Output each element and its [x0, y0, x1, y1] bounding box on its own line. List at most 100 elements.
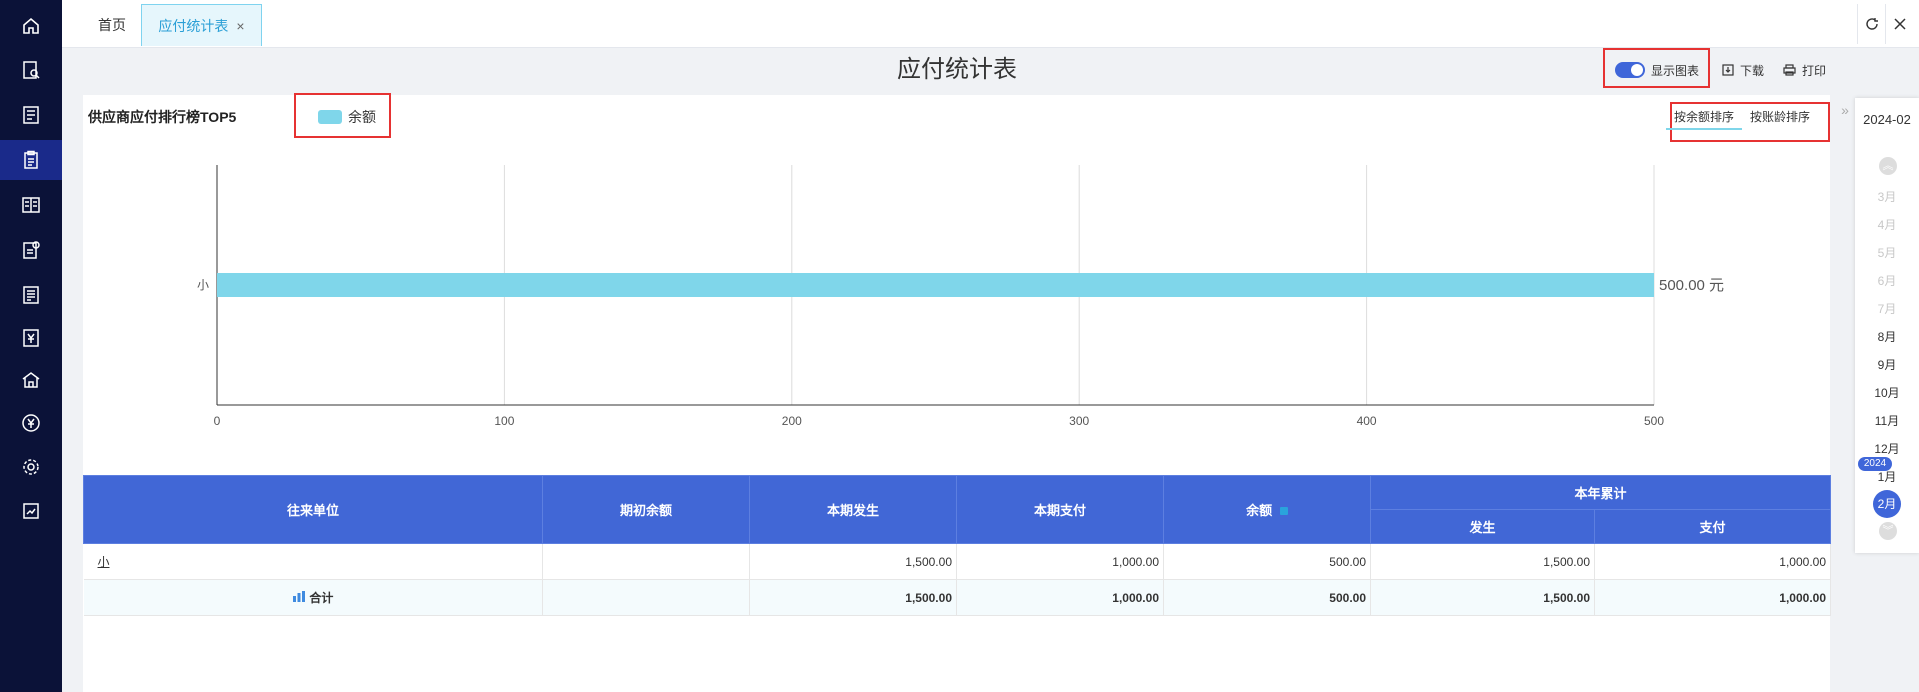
header-opening: 期初余额 [542, 475, 750, 544]
scroll-up-icon[interactable]: ︽ [1879, 157, 1897, 175]
tab-close-icon[interactable]: × [236, 18, 244, 34]
nav-payment[interactable] [0, 403, 62, 443]
month-option[interactable]: 6月 [1855, 272, 1919, 289]
clipboard-icon [24, 150, 38, 169]
list-document-icon [23, 106, 39, 124]
total-ytd-occur: 1,500.00 [1370, 579, 1595, 616]
nav-ledger[interactable] [0, 185, 62, 225]
bar-chart: 0 100 200 300 400 500 小 500.00 元 [197, 165, 1724, 428]
document-settings-icon [23, 241, 40, 259]
current-period: 2024-02 [1863, 112, 1911, 127]
yen-document-icon [23, 329, 39, 347]
tab-payables-report[interactable]: 应付统计表 × [141, 4, 262, 46]
tab-home[interactable]: 首页 [82, 4, 142, 46]
x-tick-label: 200 [782, 414, 802, 428]
month-picker: 2024-02 ︽ 3月 4月 5月 6月 7月 8月 9月 10月 11月 12月 1月 2024… [1855, 98, 1919, 553]
show-chart-toggle[interactable] [1615, 62, 1645, 78]
x-tick-label: 0 [214, 414, 221, 428]
nav-report-active[interactable] [0, 140, 62, 180]
refresh-icon [1865, 18, 1878, 30]
download-button[interactable]: 下载 [1722, 50, 1764, 90]
sort-icon[interactable] [1279, 507, 1288, 515]
page-title: 应付统计表 [897, 56, 1017, 83]
datepicker-collapse-icon[interactable]: » [1836, 98, 1854, 122]
month-option[interactable]: 9月 [1855, 356, 1919, 373]
search-document-icon [23, 61, 40, 79]
total-opening [542, 579, 750, 616]
month-option[interactable]: 11月 [1855, 412, 1919, 429]
header-balance-label: 余额 [1246, 503, 1273, 518]
yen-circle-icon [22, 414, 40, 432]
cell-current-pay: 1,000.00 [956, 543, 1164, 580]
show-chart-label: 显示图表 [1651, 63, 1700, 78]
header-unit: 往来单位 [83, 475, 543, 544]
header-current-pay: 本期支付 [956, 475, 1164, 544]
payables-table: 往来单位 期初余额 本期发生 本期支付 余额 本年累计 发生 支付 小 1,50… [83, 475, 1832, 616]
home-icon [23, 17, 39, 34]
scroll-down-icon[interactable]: ︾ [1879, 522, 1897, 540]
tab-active-label: 应付统计表 [158, 17, 229, 34]
bar-chart-icon [293, 591, 306, 602]
month-option[interactable]: 5月 [1855, 244, 1919, 261]
month-option[interactable]: 12月 [1855, 440, 1919, 457]
building-icon [22, 372, 40, 388]
cell-opening [542, 543, 750, 580]
print-label: 打印 [1802, 63, 1827, 78]
cell-ytd-occur: 1,500.00 [1370, 543, 1595, 580]
cell-ytd-pay: 1,000.00 [1594, 543, 1832, 580]
header-ytd-pay: 支付 [1593, 509, 1832, 544]
left-navigation [0, 0, 62, 692]
nav-query[interactable] [0, 50, 62, 90]
show-chart-control[interactable]: 显示图表 [1615, 50, 1699, 90]
total-row: 合计 1,500.00 1,000.00 500.00 1,500.00 1,0… [83, 579, 1832, 616]
ledger-icon [22, 197, 40, 213]
header-current-occur: 本期发生 [749, 475, 957, 544]
nav-analytics[interactable] [0, 491, 62, 531]
month-option[interactable]: 10月 [1855, 384, 1919, 401]
nav-list[interactable] [0, 95, 62, 135]
refresh-button[interactable] [1857, 4, 1885, 44]
download-label: 下载 [1740, 63, 1765, 78]
tab-bar: 首页 应付统计表 × [62, 0, 1919, 48]
total-label: 合计 [309, 591, 334, 605]
print-button[interactable]: 打印 [1783, 50, 1826, 90]
month-option[interactable]: 8月 [1855, 328, 1919, 345]
printer-icon [1783, 64, 1796, 76]
chart-document-icon [23, 503, 39, 519]
month-option[interactable]: 4月 [1855, 216, 1919, 233]
nav-doc-settings[interactable] [0, 230, 62, 270]
total-balance: 500.00 [1163, 579, 1371, 616]
selected-month[interactable]: 2月 [1873, 490, 1901, 518]
nav-home[interactable] [0, 6, 62, 46]
x-tick-label: 300 [1069, 414, 1089, 428]
bar [217, 273, 1654, 297]
total-current-pay: 1,000.00 [956, 579, 1164, 616]
report-icon [23, 286, 39, 304]
nav-reports[interactable] [0, 275, 62, 315]
x-tick-label: 500 [1644, 414, 1664, 428]
cell-balance: 500.00 [1163, 543, 1371, 580]
tab-home-label: 首页 [98, 17, 126, 33]
header-balance[interactable]: 余额 [1163, 475, 1371, 544]
download-icon [1722, 64, 1734, 76]
nav-settings[interactable] [0, 447, 62, 487]
header-ytd-occur: 发生 [1370, 509, 1595, 544]
table-row[interactable]: 小 1,500.00 1,000.00 500.00 1,500.00 1,00… [83, 543, 1832, 580]
y-category-label: 小 [197, 278, 209, 292]
nav-finance[interactable] [0, 318, 62, 358]
row-unit-link[interactable]: 小 [98, 555, 110, 569]
year-badge: 2024 [1858, 457, 1892, 471]
total-ytd-pay: 1,000.00 [1594, 579, 1832, 616]
total-current-occur: 1,500.00 [749, 579, 957, 616]
close-icon [1893, 18, 1906, 30]
nav-building[interactable] [0, 360, 62, 400]
bar-value-label: 500.00 元 [1659, 277, 1724, 294]
close-window-button[interactable] [1885, 4, 1913, 44]
month-option[interactable]: 7月 [1855, 300, 1919, 317]
month-option[interactable]: 3月 [1855, 188, 1919, 205]
x-tick-label: 400 [1357, 414, 1377, 428]
header-ytd: 本年累计 [1369, 475, 1832, 510]
x-tick-label: 100 [494, 414, 514, 428]
cell-current-occur: 1,500.00 [749, 543, 957, 580]
gear-icon [23, 459, 39, 475]
